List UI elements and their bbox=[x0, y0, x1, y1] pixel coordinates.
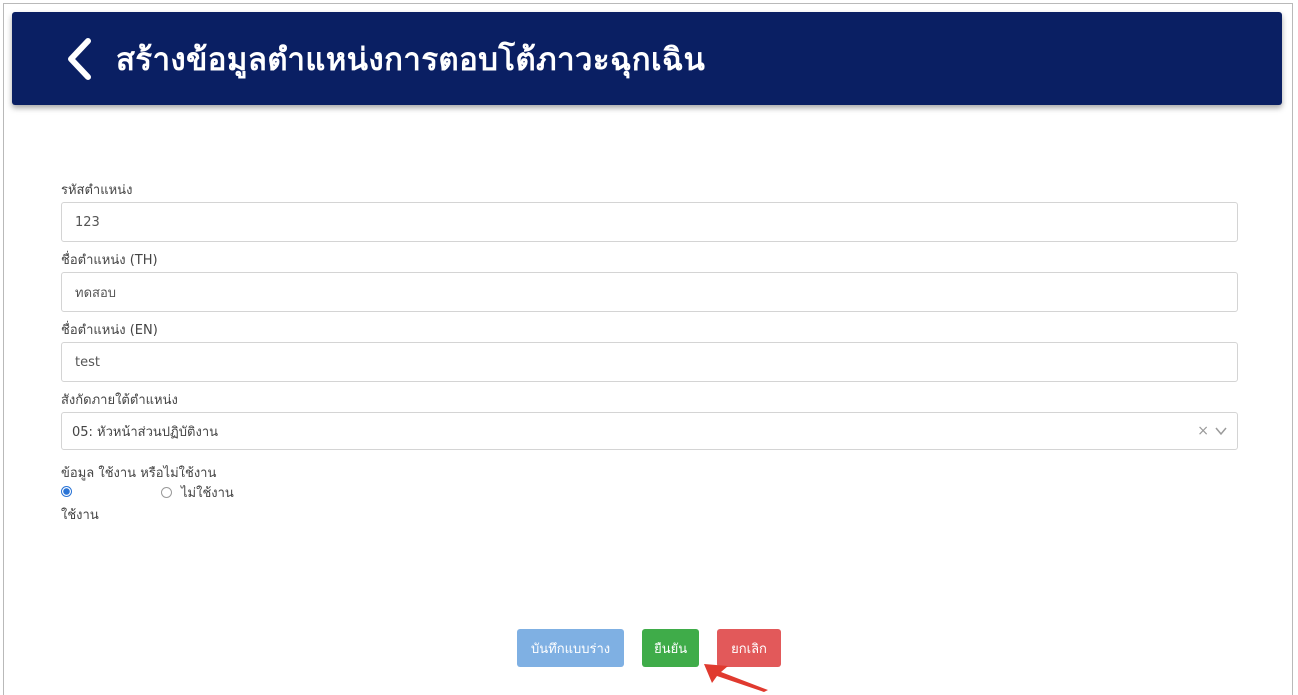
close-icon[interactable]: × bbox=[1197, 423, 1209, 439]
confirm-button[interactable]: ยืนยัน bbox=[642, 629, 700, 667]
status-active-radio[interactable]: ใช้งาน bbox=[61, 486, 99, 525]
save-draft-button[interactable]: บันทึกแบบร่าง bbox=[517, 629, 625, 667]
name-th-label: ชื่อตำแหน่ง (TH) bbox=[61, 253, 158, 268]
status-active-label: ใช้งาน bbox=[61, 508, 99, 523]
parent-position-selected-value: 05: หัวหน้าส่วนปฏิบัติงาน bbox=[72, 424, 219, 440]
parent-position-select[interactable]: 05: หัวหน้าส่วนปฏิบัติงาน × bbox=[61, 412, 1238, 450]
pointer-arrow-icon bbox=[704, 664, 768, 692]
name-en-group: ชื่อตำแหน่ง (EN) bbox=[61, 320, 1238, 382]
chevron-left-icon[interactable] bbox=[64, 35, 98, 83]
status-radio-group: ใช้งาน ไม่ใช้งาน bbox=[61, 484, 1238, 524]
select-icons: × bbox=[1197, 423, 1227, 439]
chevron-down-icon[interactable] bbox=[1215, 425, 1227, 437]
position-form: รหัสตำแหน่ง ชื่อตำแหน่ง (TH) ชื่อตำแหน่ง… bbox=[61, 180, 1238, 524]
radio-unchecked-icon bbox=[161, 487, 172, 498]
page-title: สร้างข้อมูลตำแหน่งการตอบโต้ภาวะฉุกเฉิน bbox=[116, 41, 706, 78]
page-header: สร้างข้อมูลตำแหน่งการตอบโต้ภาวะฉุกเฉิน bbox=[12, 12, 1282, 105]
name-th-input[interactable] bbox=[61, 272, 1238, 312]
status-inactive-label: ไม่ใช้งาน bbox=[181, 486, 234, 501]
parent-position-label: สังกัดภายใต้ตำแหน่ง bbox=[61, 393, 178, 408]
position-code-label: รหัสตำแหน่ง bbox=[61, 183, 133, 198]
position-code-group: รหัสตำแหน่ง bbox=[61, 180, 1238, 242]
status-label: ข้อมูล ใช้งาน หรือไม่ใช้งาน bbox=[61, 466, 217, 481]
name-th-group: ชื่อตำแหน่ง (TH) bbox=[61, 250, 1238, 312]
status-inactive-radio[interactable]: ไม่ใช้งาน bbox=[161, 482, 234, 503]
name-en-label: ชื่อตำแหน่ง (EN) bbox=[61, 323, 158, 338]
parent-position-group: สังกัดภายใต้ตำแหน่ง 05: หัวหน้าส่วนปฏิบั… bbox=[61, 390, 1238, 450]
form-actions: บันทึกแบบร่าง ยืนยัน ยกเลิก bbox=[0, 629, 1298, 667]
name-en-input[interactable] bbox=[61, 342, 1238, 382]
position-code-input[interactable] bbox=[61, 202, 1238, 242]
radio-checked-icon bbox=[61, 486, 72, 497]
